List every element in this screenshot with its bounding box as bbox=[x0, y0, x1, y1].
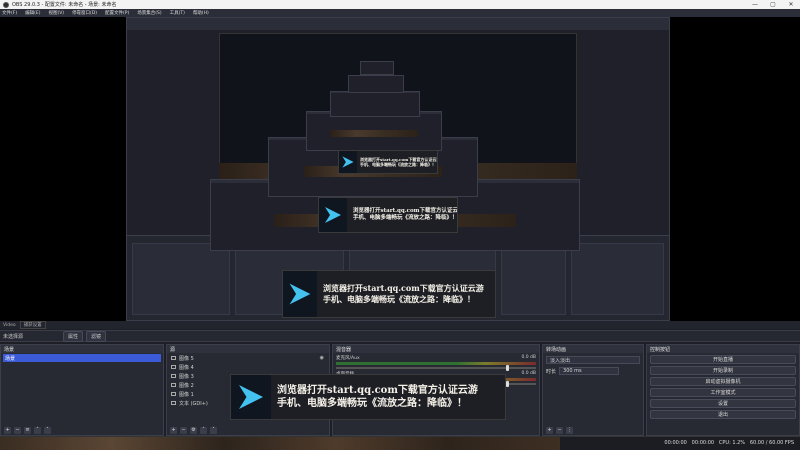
obs-logo-icon bbox=[3, 1, 9, 8]
ad-overlay-small: 浏览器打开start.qq.com下载官方认证云游 手机、电脑多端畅玩《流放之路：… bbox=[338, 150, 438, 174]
menu-file[interactable]: 文件(F) bbox=[2, 10, 17, 16]
transitions-header: 转场动画 bbox=[543, 345, 643, 353]
ad-line-2: 手机、电脑多端畅玩《流放之路：降临》！ bbox=[323, 294, 475, 304]
add-icon[interactable]: + bbox=[4, 426, 11, 434]
eye-icon[interactable]: ◉ bbox=[320, 355, 324, 361]
live-time: 00:00:00 bbox=[664, 440, 687, 446]
filter-icon[interactable]: ≡ bbox=[24, 426, 31, 434]
nested-obs-frame bbox=[348, 75, 404, 93]
controls-header: 控制按钮 bbox=[647, 345, 799, 353]
menu-profile[interactable]: 配置文件(P) bbox=[105, 10, 129, 16]
remove-icon[interactable]: − bbox=[14, 426, 21, 434]
add-icon[interactable]: + bbox=[170, 426, 177, 434]
controls-dock: 控制按钮 开始直播 开始录制 启动虚拟摄像机 工作室模式 设置 退出 bbox=[646, 344, 800, 436]
ad-line-2: 手机、电脑多端畅玩《流放之路：降临》！ bbox=[353, 215, 458, 221]
nested-obs-frame bbox=[360, 61, 394, 75]
image-icon bbox=[171, 374, 176, 378]
ad-line-2: 手机、电脑多端畅玩《流放之路：降临》！ bbox=[277, 398, 467, 409]
ad-overlay-small: 浏览器打开start.qq.com下载官方认证云游 手机、电脑多端畅玩《流放之路：… bbox=[318, 197, 458, 233]
close-icon[interactable]: ✕ bbox=[782, 0, 800, 9]
play-arrow-icon bbox=[325, 207, 341, 223]
track-level: 0.0 dB bbox=[521, 355, 536, 360]
text-icon bbox=[171, 401, 176, 405]
mixer-track: 麦克风/Aux 0.0 dB bbox=[336, 355, 536, 371]
ad-overlay-large: 浏览器打开start.qq.com下载官方认证云游 手机、电脑多端畅玩《流放之路：… bbox=[230, 374, 506, 420]
menu-view[interactable]: 视图(V) bbox=[48, 10, 64, 16]
start-streaming-button[interactable]: 开始直播 bbox=[650, 355, 796, 364]
play-arrow-icon bbox=[289, 283, 311, 305]
status-bar: 00:00:00 00:00:00 CPU: 1.2% 60.00 / 60.0… bbox=[0, 436, 800, 450]
maximize-icon[interactable]: ▢ bbox=[764, 0, 782, 9]
add-icon[interactable]: + bbox=[546, 426, 553, 434]
rec-time: 00:00:00 bbox=[691, 440, 715, 446]
ad-line-1: 浏览器打开start.qq.com下载官方认证云游 bbox=[353, 207, 458, 214]
menu-bar: 文件(F) 编辑(E) 视图(V) 停靠窗口(D) 配置文件(P) 场景集合(S… bbox=[0, 9, 800, 17]
title-bar: OBS 29.0.3 - 配置文件: 未命名 - 场景: 未命名 — ▢ ✕ bbox=[0, 0, 800, 9]
filters-button[interactable]: 滤镜 bbox=[86, 330, 107, 342]
transitions-dock: 转场动画 淡入淡出 时长 300 ms + − ⋮ bbox=[542, 344, 644, 436]
menu-icon[interactable]: ⋮ bbox=[566, 426, 573, 434]
virtual-camera-button[interactable]: 启动虚拟摄像机 bbox=[650, 377, 796, 386]
no-source-label: 未选择源 bbox=[3, 333, 24, 340]
scene-item[interactable]: 场景 bbox=[3, 354, 161, 362]
menu-tools[interactable]: 工具(T) bbox=[170, 10, 185, 16]
play-arrow-icon bbox=[342, 156, 354, 168]
source-toolbar: 未选择源 属性 滤镜 bbox=[0, 330, 800, 342]
menu-help[interactable]: 帮助(H) bbox=[193, 10, 209, 16]
properties-button[interactable]: 属性 bbox=[63, 330, 84, 342]
remove-icon[interactable]: − bbox=[180, 426, 187, 434]
menu-edit[interactable]: 编辑(E) bbox=[25, 10, 40, 16]
gear-icon[interactable]: ⚙ bbox=[190, 426, 197, 434]
game-strip bbox=[0, 437, 560, 450]
settings-button[interactable]: 设置 bbox=[650, 399, 796, 408]
menu-scene-collection[interactable]: 场景集合(S) bbox=[137, 10, 161, 16]
nested-obs-frame bbox=[306, 111, 442, 151]
ad-overlay-medium: 浏览器打开start.qq.com下载官方认证云游 手机、电脑多端畅玩《流放之路：… bbox=[282, 270, 496, 318]
image-icon bbox=[171, 383, 176, 387]
move-up-icon[interactable]: ˄ bbox=[34, 426, 41, 434]
ad-line-1: 浏览器打开start.qq.com下载官方认证云游 bbox=[323, 283, 484, 294]
image-icon bbox=[171, 392, 176, 396]
stats: 00:00:00 00:00:00 CPU: 1.2% 60.00 / 60.0… bbox=[664, 440, 794, 446]
image-icon bbox=[171, 365, 176, 369]
start-recording-button[interactable]: 开始录制 bbox=[650, 366, 796, 375]
remove-icon[interactable]: − bbox=[556, 426, 563, 434]
ad-line-1: 浏览器打开start.qq.com下载官方认证云游 bbox=[277, 384, 478, 396]
sources-header: 源 bbox=[167, 345, 329, 353]
cpu-usage: CPU: 1.2% bbox=[718, 440, 746, 446]
preview-canvas[interactable]: 浏览器打开start.qq.com下载官方认证云游 手机、电脑多端畅玩《流放之路：… bbox=[0, 17, 800, 321]
menu-docks[interactable]: 停靠窗口(D) bbox=[72, 10, 97, 16]
duration-label: 时长 bbox=[546, 368, 557, 375]
status-line: Video 捕获设置 bbox=[0, 321, 800, 329]
volume-slider[interactable] bbox=[336, 365, 536, 371]
window-title: OBS 29.0.3 - 配置文件: 未命名 - 场景: 未命名 bbox=[12, 2, 117, 8]
video-label: Video bbox=[3, 322, 16, 328]
exit-button[interactable]: 退出 bbox=[650, 410, 796, 419]
duration-input[interactable]: 300 ms bbox=[559, 367, 620, 375]
move-down-icon[interactable]: ˅ bbox=[44, 426, 51, 434]
source-item[interactable]: 图像 4 bbox=[169, 363, 327, 371]
track-name: 麦克风/Aux bbox=[336, 356, 360, 361]
move-down-icon[interactable]: ˅ bbox=[210, 426, 217, 434]
ad-line-2: 手机、电脑多端畅玩《流放之路：降临》！ bbox=[360, 162, 436, 167]
mixer-header: 混音器 bbox=[333, 345, 539, 353]
play-arrow-icon bbox=[239, 385, 263, 409]
scenes-dock: 场景 场景 + − ≡ ˄ ˅ bbox=[0, 344, 164, 436]
transition-select[interactable]: 淡入淡出 bbox=[546, 356, 640, 364]
window-controls: — ▢ ✕ bbox=[746, 0, 800, 9]
track-level: 0.0 dB bbox=[521, 371, 536, 376]
image-icon bbox=[171, 356, 176, 360]
studio-mode-button[interactable]: 工作室模式 bbox=[650, 388, 796, 397]
minimize-icon[interactable]: — bbox=[746, 0, 764, 9]
move-up-icon[interactable]: ˄ bbox=[200, 426, 207, 434]
scenes-header: 场景 bbox=[1, 345, 163, 353]
source-item[interactable]: 图像 5 ◉ bbox=[169, 354, 327, 362]
nested-obs-frame bbox=[330, 91, 420, 117]
video-combo[interactable]: 捕获设置 bbox=[19, 321, 46, 329]
fps-readout: 60.00 / 60.00 FPS bbox=[749, 440, 794, 446]
